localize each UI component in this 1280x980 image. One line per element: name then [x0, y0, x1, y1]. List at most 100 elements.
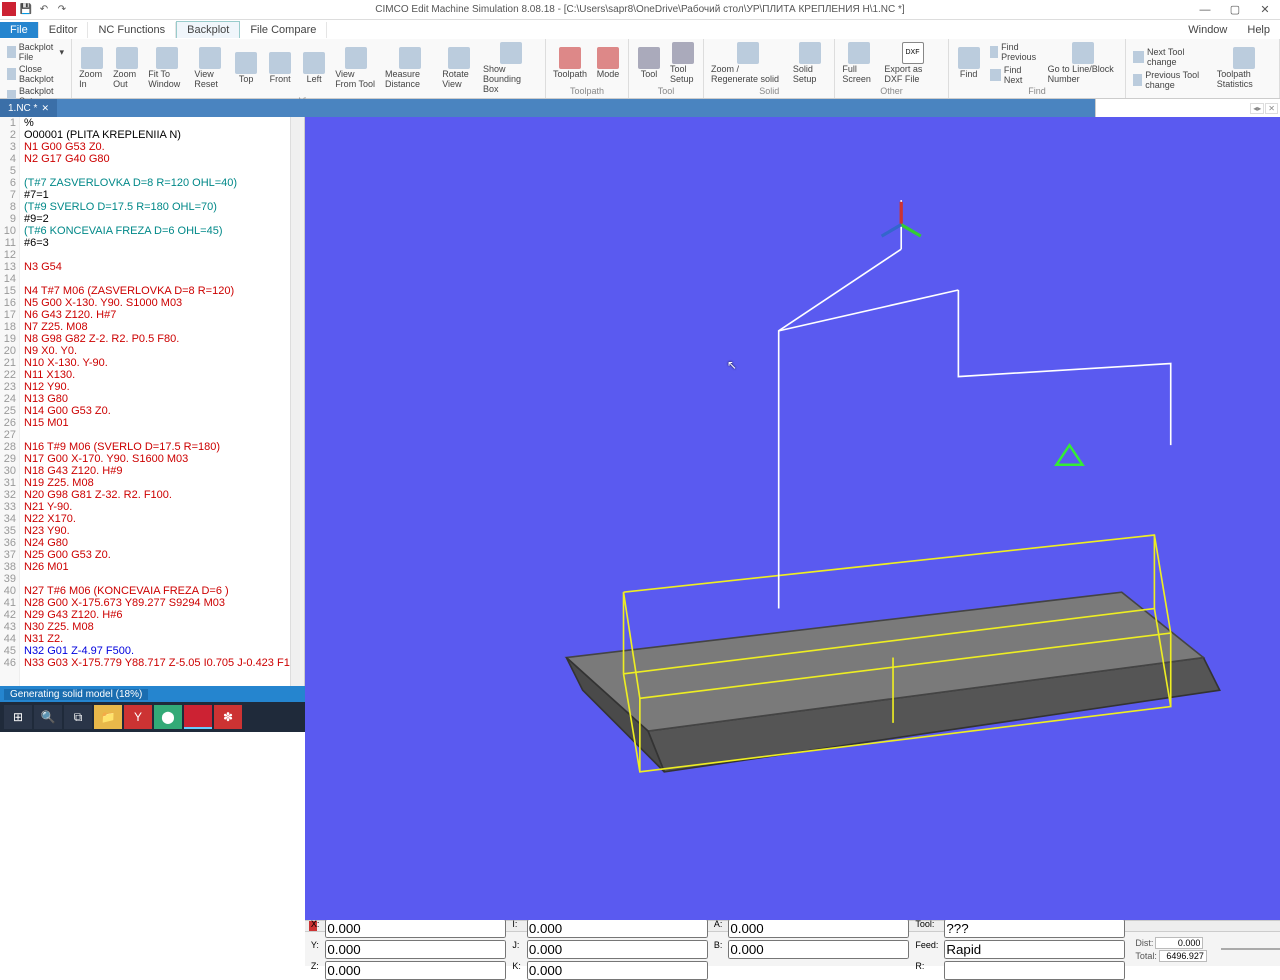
find-next-button[interactable]: Find Next	[987, 64, 1043, 86]
code-content[interactable]: %O00001 (PLITA KREPLENIIA N)N1 G00 G53 Z…	[20, 117, 290, 686]
close-button[interactable]: ✕	[1250, 0, 1280, 20]
tab-nc-functions[interactable]: NC Functions	[88, 22, 176, 38]
zoom-out-button[interactable]: Zoom Out	[110, 46, 143, 91]
tab-file-compare[interactable]: File Compare	[240, 22, 327, 38]
view-reset-button[interactable]: View Reset	[191, 46, 228, 91]
top-icon	[235, 52, 257, 74]
close-tab-icon[interactable]: ✕	[41, 103, 49, 114]
prev-tool-change-button[interactable]: Previous Tool change	[1130, 69, 1211, 91]
zoom-in-button[interactable]: Zoom In	[76, 46, 108, 91]
coord-y[interactable]	[325, 940, 506, 959]
coord-r[interactable]	[944, 961, 1125, 980]
find-icon	[958, 47, 980, 69]
fullscreen-button[interactable]: Full Screen	[839, 41, 879, 86]
panel-pin-icon[interactable]: ◂▸	[1250, 103, 1264, 114]
titlebar: 💾 ↶ ↷ CIMCO Edit Machine Simulation 8.08…	[0, 0, 1280, 20]
fit-icon	[156, 47, 178, 69]
mode-icon	[597, 47, 619, 69]
coordinate-bar: X: I: A: Tool: Y: J: B: Feed: Z: K: R: D…	[305, 931, 1280, 966]
bbox-button[interactable]: Show Bounding Box	[480, 41, 541, 96]
taskbar-explorer[interactable]: 📁	[94, 705, 122, 729]
backplot-file-button[interactable]: Backplot File ▾	[4, 41, 67, 63]
start-button[interactable]: ⊞	[4, 705, 32, 729]
fit-window-button[interactable]: Fit To Window	[145, 46, 189, 91]
taskbar-taskview[interactable]: ⧉	[64, 705, 92, 729]
qat-redo-icon[interactable]: ↷	[54, 2, 70, 18]
export-dxf-button[interactable]: DXFExport as DXF File	[881, 41, 943, 86]
app-icon	[2, 2, 16, 16]
stats-icon	[1233, 47, 1255, 69]
zoom-out-icon	[116, 47, 138, 69]
window-title: CIMCO Edit Machine Simulation 8.08.18 - …	[375, 4, 904, 15]
mouse-cursor-icon: ↖	[727, 358, 737, 372]
goto-line-button[interactable]: Go to Line/Block Number	[1045, 41, 1122, 86]
bbox-icon	[500, 42, 522, 64]
left-icon	[303, 52, 325, 74]
dxf-icon: DXF	[902, 42, 924, 64]
tool-setup-button[interactable]: Tool Setup	[667, 41, 699, 86]
tab-backplot[interactable]: Backplot	[176, 21, 240, 38]
coord-z[interactable]	[325, 961, 506, 980]
taskbar-cimco[interactable]	[184, 705, 212, 729]
coord-tool[interactable]	[944, 919, 1125, 938]
ribbon: Backplot File ▾ Close Backplot Backplot …	[0, 39, 1280, 99]
code-editor[interactable]: 1234567891011121314151617181920212223242…	[0, 117, 305, 686]
toolpath-button[interactable]: Toolpath	[550, 46, 590, 81]
taskbar-app2[interactable]: ⬤	[154, 705, 182, 729]
coord-a[interactable]	[728, 919, 909, 938]
rotate-icon	[448, 47, 470, 69]
reset-icon	[199, 47, 221, 69]
taskbar-app1[interactable]: Y	[124, 705, 152, 729]
editor-scrollbar[interactable]	[290, 117, 304, 686]
top-button[interactable]: Top	[230, 51, 262, 86]
taskbar-search[interactable]: 🔍	[34, 705, 62, 729]
qat-save-icon[interactable]: 💾	[18, 2, 34, 18]
coord-k[interactable]	[527, 961, 708, 980]
file-tab-bar: 1.NC *✕	[0, 99, 1095, 117]
coord-b[interactable]	[728, 940, 909, 959]
left-button[interactable]: Left	[298, 51, 330, 86]
tool-icon	[638, 47, 660, 69]
line-gutter: 1234567891011121314151617181920212223242…	[0, 117, 20, 686]
close-backplot-button[interactable]: Close Backplot	[4, 63, 67, 85]
regen-icon	[737, 42, 759, 64]
minimize-button[interactable]: —	[1190, 0, 1220, 20]
find-button[interactable]: Find	[953, 46, 985, 81]
speed-slider[interactable]	[1221, 948, 1280, 950]
front-icon	[269, 52, 291, 74]
measure-button[interactable]: Measure Distance	[382, 46, 437, 91]
next-tool-change-button[interactable]: Next Tool change	[1130, 46, 1211, 68]
coord-j[interactable]	[527, 940, 708, 959]
file-tab[interactable]: 1.NC *✕	[0, 99, 57, 117]
panel-close-icon[interactable]: ✕	[1265, 103, 1278, 114]
coord-x[interactable]	[325, 919, 506, 938]
coord-dist[interactable]	[1155, 937, 1203, 949]
coord-feed[interactable]	[944, 940, 1125, 959]
tool-view-icon	[345, 47, 367, 69]
mode-button[interactable]: Mode	[592, 46, 624, 81]
3d-viewport[interactable]: ↖	[305, 117, 1280, 920]
maximize-button[interactable]: ▢	[1220, 0, 1250, 20]
measure-icon	[399, 47, 421, 69]
tab-editor[interactable]: Editor	[39, 22, 89, 38]
rotate-button[interactable]: Rotate View	[439, 46, 478, 91]
view-from-tool-button[interactable]: View From Tool	[332, 46, 380, 91]
tool-setup-icon	[672, 42, 694, 64]
tab-window[interactable]: Window	[1178, 22, 1237, 38]
zoom-in-icon	[81, 47, 103, 69]
zoom-regen-button[interactable]: Zoom / Regenerate solid	[708, 41, 788, 86]
front-button[interactable]: Front	[264, 51, 296, 86]
taskbar-app3[interactable]: ✽	[214, 705, 242, 729]
coord-i[interactable]	[527, 919, 708, 938]
tool-button[interactable]: Tool	[633, 46, 665, 81]
solid-setup-button[interactable]: Solid Setup	[790, 41, 831, 86]
status-progress: Generating solid model (18%)	[4, 689, 148, 700]
goto-icon	[1072, 42, 1094, 64]
qat-undo-icon[interactable]: ↶	[36, 2, 52, 18]
tab-file[interactable]: File	[0, 22, 39, 38]
toolpath-stats-button[interactable]: Toolpath Statistics	[1214, 46, 1275, 91]
menubar: File Editor NC Functions Backplot File C…	[0, 20, 1280, 39]
coord-total[interactable]	[1159, 950, 1207, 962]
tab-help[interactable]: Help	[1237, 22, 1280, 38]
find-previous-button[interactable]: Find Previous	[987, 41, 1043, 63]
